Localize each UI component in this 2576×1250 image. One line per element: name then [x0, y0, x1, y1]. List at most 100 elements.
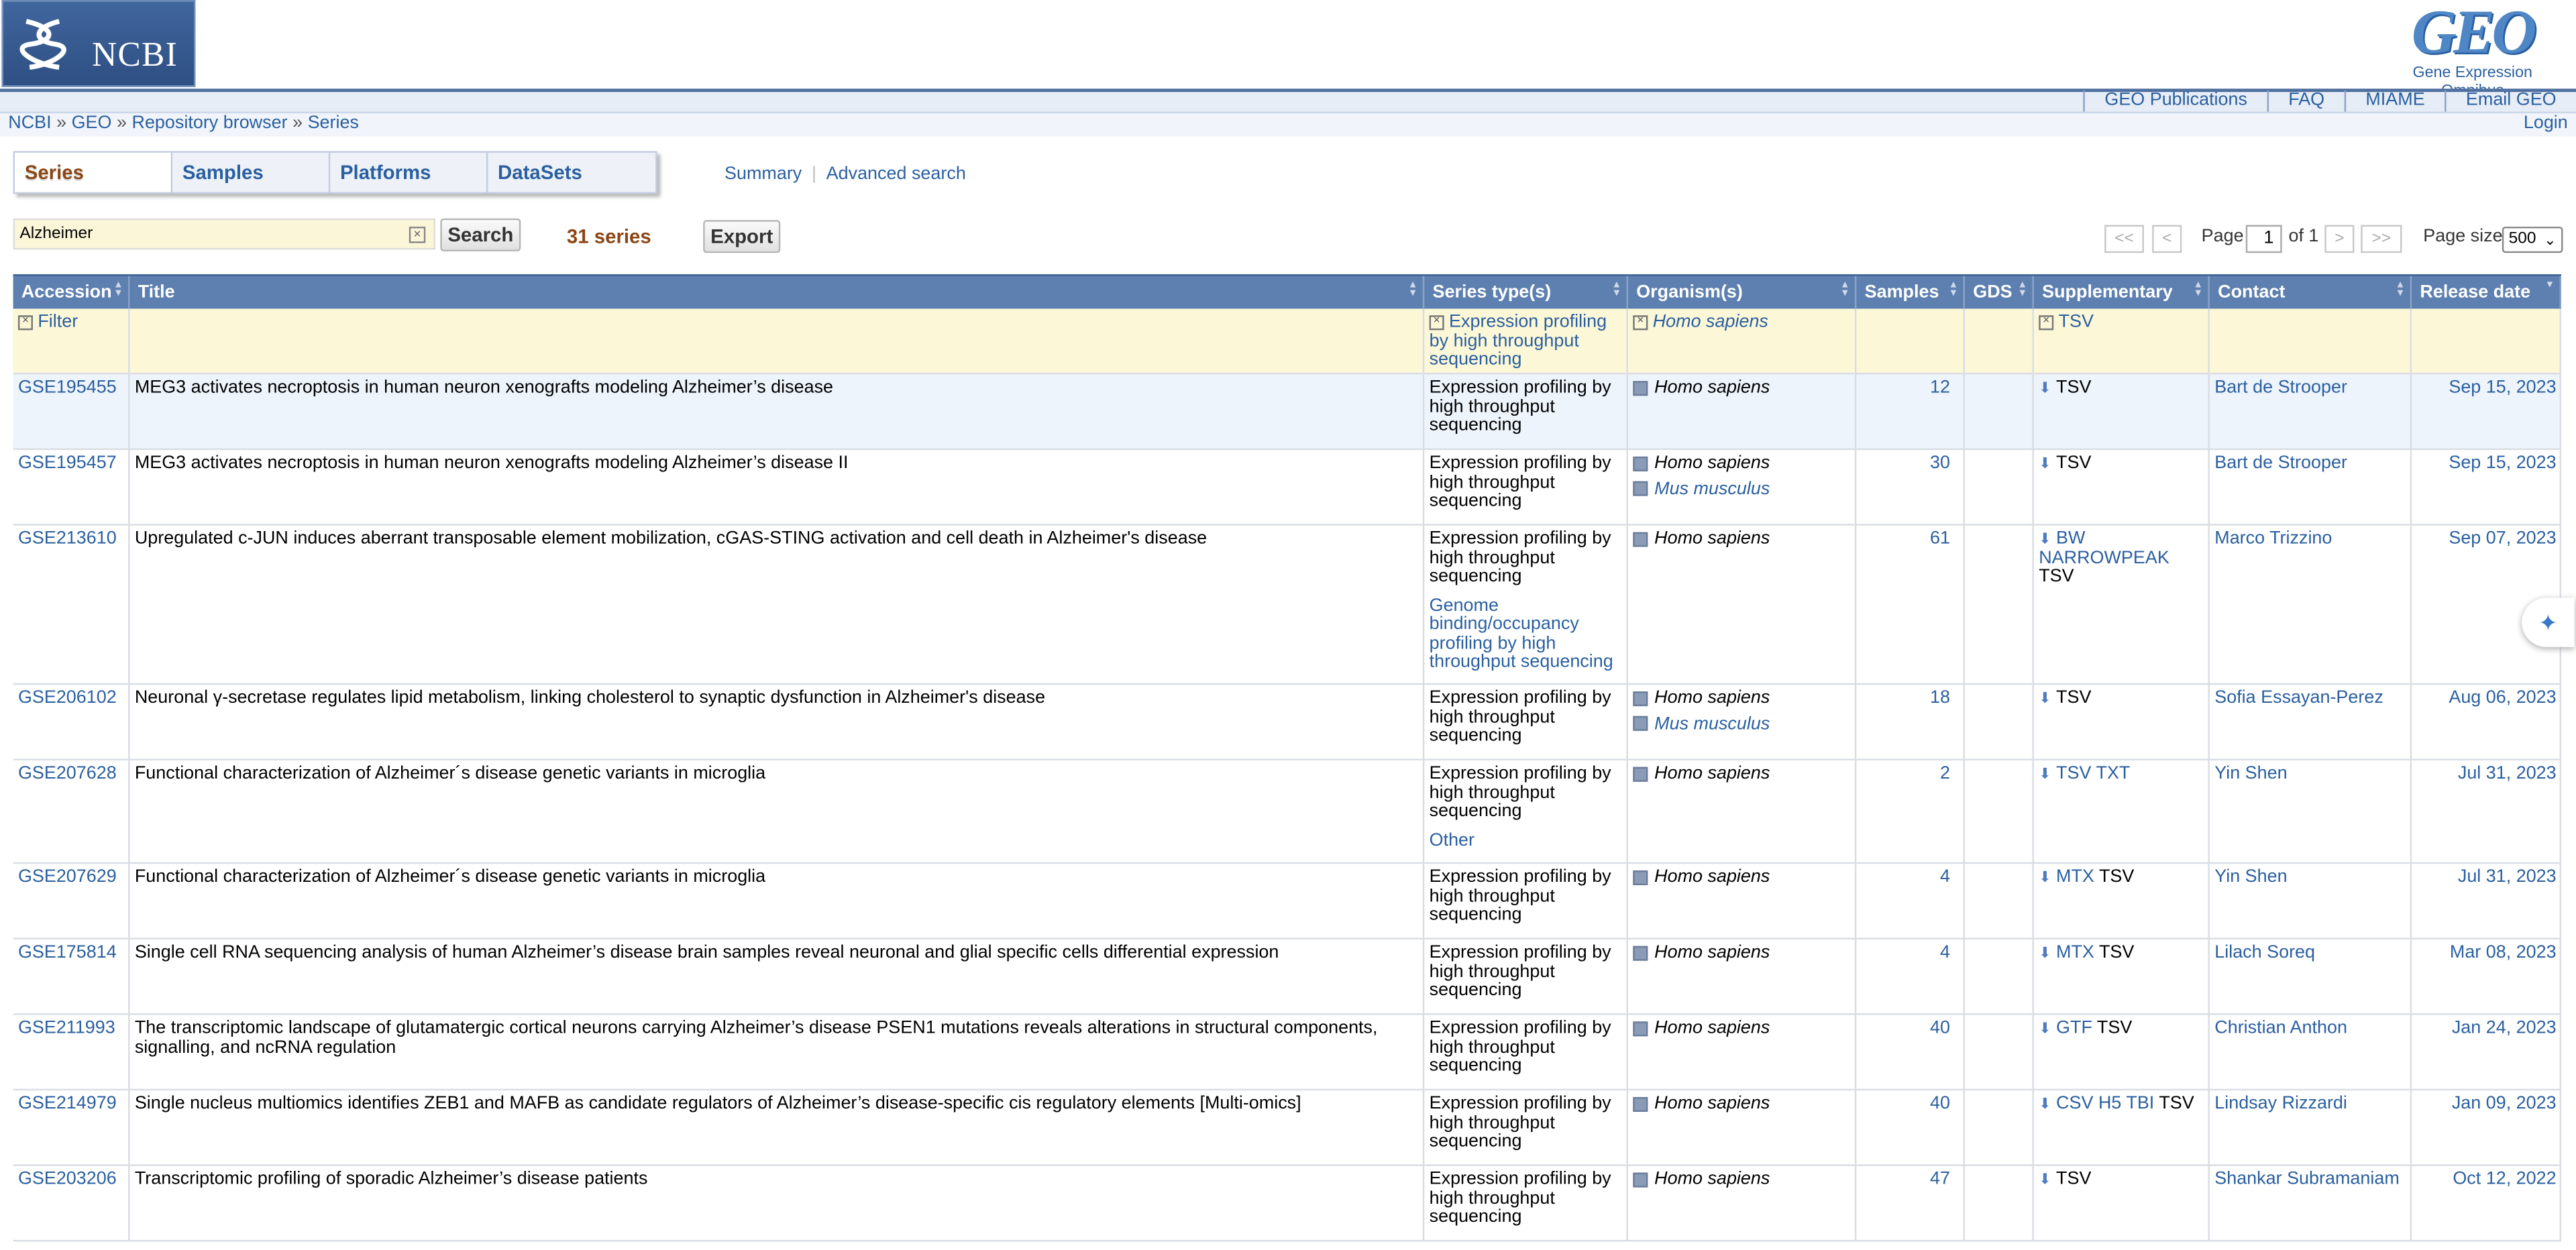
- tab-series[interactable]: Series: [15, 152, 173, 192]
- organism-name[interactable]: Mus musculus: [1654, 479, 1770, 498]
- filter-cell[interactable]: × Filter: [13, 308, 130, 373]
- tab-platforms[interactable]: Platforms: [330, 152, 488, 192]
- supplementary-file[interactable]: BW: [2056, 529, 2085, 549]
- filter-add-icon[interactable]: [1633, 380, 1648, 396]
- download-icon[interactable]: ⬇: [2039, 380, 2051, 398]
- contact-link[interactable]: Yin Shen: [2210, 760, 2412, 862]
- filter-supplementary[interactable]: × TSV: [2034, 308, 2210, 373]
- search-button[interactable]: Search: [440, 218, 521, 251]
- breadcrumb-item[interactable]: GEO: [72, 113, 112, 133]
- top-nav-link[interactable]: Email GEO: [2445, 90, 2576, 112]
- page-number-input[interactable]: 1: [2245, 225, 2282, 253]
- download-icon[interactable]: ⬇: [2039, 690, 2051, 709]
- column-header[interactable]: GDS ▲ ▼: [1965, 276, 2034, 309]
- sort-icon[interactable]: ▲ ▼: [2396, 281, 2406, 299]
- accession-link[interactable]: GSE207628: [13, 760, 130, 862]
- column-header[interactable]: Accession ▲ ▼: [13, 276, 130, 309]
- supplementary-file[interactable]: TXT: [2096, 764, 2130, 783]
- supplementary-file[interactable]: H5: [2098, 1094, 2121, 1113]
- top-nav-link[interactable]: GEO Publications: [2083, 90, 2267, 112]
- series-type[interactable]: Genome binding/occupancy profiling by hi…: [1430, 595, 1622, 673]
- download-icon[interactable]: ⬇: [2039, 944, 2051, 963]
- download-icon[interactable]: ⬇: [2039, 455, 2051, 473]
- sort-icon[interactable]: ▲ ▼: [2194, 281, 2204, 299]
- supplementary-file[interactable]: CSV: [2056, 1094, 2093, 1113]
- download-icon[interactable]: ⬇: [2039, 869, 2051, 888]
- samples-count[interactable]: 40: [1856, 1090, 1966, 1165]
- accession-link[interactable]: GSE207629: [13, 864, 130, 938]
- filter-add-icon[interactable]: [1633, 531, 1648, 547]
- download-icon[interactable]: ⬇: [2039, 1020, 2051, 1039]
- filter-add-icon[interactable]: [1633, 945, 1648, 960]
- sort-icon[interactable]: ▲ ▼: [1408, 281, 1418, 299]
- supplementary-file[interactable]: GTF: [2056, 1018, 2092, 1037]
- supplementary-file[interactable]: MTX: [2056, 943, 2094, 962]
- contact-link[interactable]: Lindsay Rizzardi: [2210, 1090, 2412, 1165]
- supplementary-file[interactable]: NARROWPEAK: [2039, 548, 2169, 567]
- contact-link[interactable]: Bart de Strooper: [2210, 450, 2412, 524]
- accession-link[interactable]: GSE175814: [13, 939, 130, 1014]
- filter-add-icon[interactable]: [1633, 455, 1648, 471]
- ncbi-logo[interactable]: NCBI: [1, 0, 196, 87]
- column-header[interactable]: Supplementary ▲ ▼: [2034, 276, 2210, 309]
- last-page-button[interactable]: >>: [2361, 225, 2402, 253]
- series-type[interactable]: Other: [1430, 831, 1622, 850]
- download-icon[interactable]: ⬇: [2039, 1095, 2051, 1114]
- breadcrumb-item[interactable]: NCBI: [8, 113, 51, 133]
- accession-link[interactable]: GSE214979: [13, 1090, 130, 1165]
- contact-link[interactable]: Marco Trizzino: [2210, 525, 2412, 683]
- samples-count[interactable]: 2: [1856, 760, 1966, 862]
- filter-add-icon[interactable]: [1633, 1021, 1648, 1036]
- search-input[interactable]: Alzheimer ×: [13, 218, 435, 250]
- accession-link[interactable]: GSE203206: [13, 1166, 130, 1240]
- filter-add-icon[interactable]: [1633, 766, 1648, 781]
- export-button[interactable]: Export: [703, 220, 781, 253]
- column-header[interactable]: Samples ▲ ▼: [1856, 276, 1966, 309]
- download-icon[interactable]: ⬇: [2039, 530, 2051, 549]
- download-icon[interactable]: ⬇: [2039, 765, 2051, 784]
- contact-link[interactable]: Bart de Strooper: [2210, 374, 2412, 449]
- samples-count[interactable]: 47: [1856, 1166, 1966, 1240]
- samples-count[interactable]: 4: [1856, 864, 1966, 938]
- sort-icon[interactable]: ▼: [2545, 281, 2555, 291]
- clear-search-icon[interactable]: ×: [409, 226, 426, 243]
- contact-link[interactable]: Sofia Essayan-Perez: [2210, 685, 2412, 759]
- contact-link[interactable]: Shankar Subramaniam: [2210, 1166, 2412, 1240]
- column-header[interactable]: Series type(s) ▲ ▼: [1424, 276, 1628, 309]
- summary-link[interactable]: Summary: [724, 164, 802, 184]
- supplementary-file[interactable]: MTX: [2056, 867, 2094, 887]
- column-header[interactable]: Release date ▼: [2412, 276, 2561, 309]
- login-link[interactable]: Login: [2524, 113, 2568, 135]
- sort-icon[interactable]: ▲ ▼: [1949, 281, 1959, 299]
- tab-datasets[interactable]: DataSets: [488, 153, 645, 192]
- first-page-button[interactable]: <<: [2104, 225, 2144, 253]
- supplementary-file[interactable]: TSV: [2056, 764, 2091, 783]
- accession-link[interactable]: GSE213610: [13, 525, 130, 683]
- prev-page-button[interactable]: <: [2152, 225, 2182, 253]
- samples-count[interactable]: 30: [1856, 450, 1966, 524]
- geo-logo[interactable]: GEO Gene Expression Omnibus: [2382, 1, 2563, 100]
- breadcrumb-item[interactable]: Repository browser: [131, 113, 287, 133]
- contact-link[interactable]: Lilach Soreq: [2210, 939, 2412, 1014]
- accession-link[interactable]: GSE206102: [13, 685, 130, 759]
- filter-series-type[interactable]: × Expression profiling by high throughput…: [1424, 308, 1628, 373]
- filter-organism[interactable]: × Homo sapiens: [1628, 308, 1857, 373]
- page-size-select[interactable]: 500 ⌄: [2502, 226, 2563, 253]
- tab-samples[interactable]: Samples: [172, 152, 331, 192]
- advanced-search-link[interactable]: Advanced search: [826, 164, 966, 184]
- assistant-icon[interactable]: ✦: [2522, 598, 2575, 647]
- supplementary-file[interactable]: TBI: [2126, 1094, 2154, 1113]
- filter-add-icon[interactable]: [1633, 716, 1648, 732]
- accession-link[interactable]: GSE211993: [13, 1015, 130, 1089]
- contact-link[interactable]: Christian Anthon: [2210, 1015, 2412, 1089]
- organism-name[interactable]: Mus musculus: [1654, 714, 1770, 733]
- top-nav-link[interactable]: FAQ: [2267, 90, 2344, 112]
- filter-add-icon[interactable]: [1633, 481, 1648, 496]
- contact-link[interactable]: Yin Shen: [2210, 864, 2412, 938]
- sort-icon[interactable]: ▲ ▼: [1840, 281, 1850, 299]
- sort-icon[interactable]: ▲ ▼: [113, 281, 123, 299]
- accession-link[interactable]: GSE195455: [13, 374, 130, 449]
- samples-count[interactable]: 12: [1856, 374, 1966, 449]
- samples-count[interactable]: 61: [1856, 525, 1966, 683]
- download-icon[interactable]: ⬇: [2039, 1171, 2051, 1190]
